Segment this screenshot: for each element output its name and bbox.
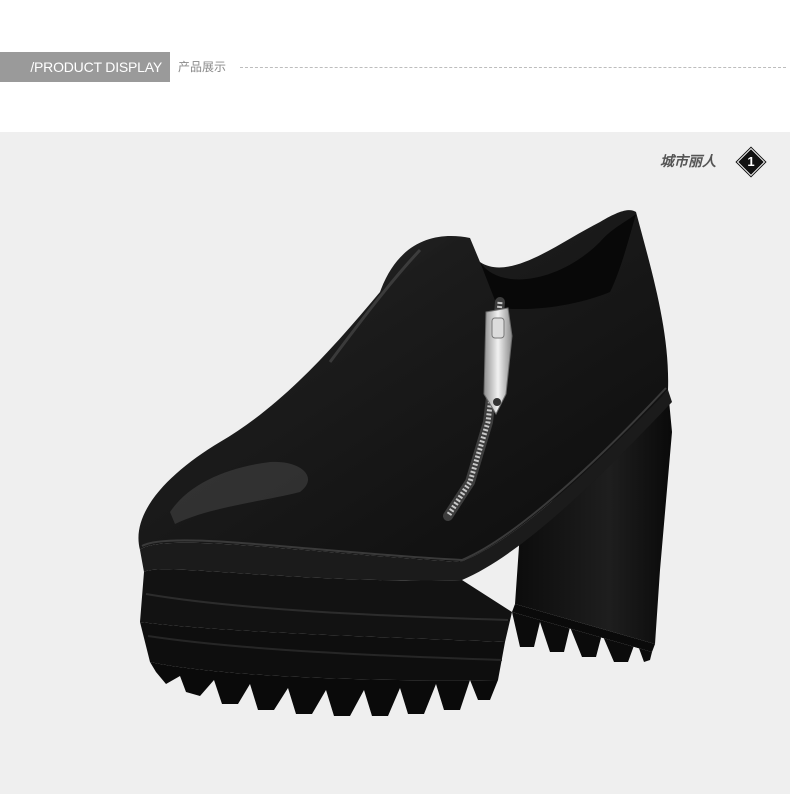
dashed-divider <box>240 67 786 68</box>
product-photo: 城市丽人 1 <box>0 132 790 794</box>
section-title: /PRODUCT DISPLAY <box>30 59 162 75</box>
image-number-badge: 1 <box>738 149 764 175</box>
section-header-tab: /PRODUCT DISPLAY <box>0 52 170 82</box>
section-subtitle: 产品展示 <box>178 60 227 74</box>
brand-name: 城市丽人 <box>660 154 716 170</box>
boot-illustration <box>138 210 672 716</box>
section-header: /PRODUCT DISPLAY 产品展示 <box>0 52 790 82</box>
image-number: 1 <box>747 154 755 169</box>
brand-logo: 城市丽人 1 <box>660 149 770 175</box>
